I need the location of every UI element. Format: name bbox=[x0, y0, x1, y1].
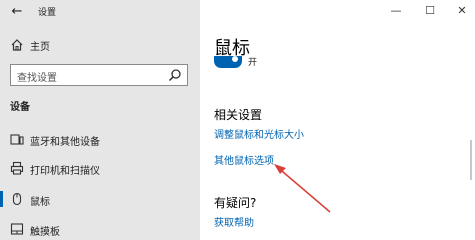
bluetooth-devices-icon bbox=[10, 134, 24, 145]
faq-heading: 有疑问? bbox=[214, 196, 257, 210]
printer-icon bbox=[10, 161, 24, 175]
scrollbar[interactable] bbox=[470, 140, 472, 180]
window-title: 设置 bbox=[38, 8, 57, 18]
close-button[interactable]: ✕ bbox=[452, 4, 472, 18]
sidebar-item-label: 触摸板 bbox=[30, 227, 60, 238]
sidebar-item-touchpad[interactable]: 触摸板 bbox=[0, 216, 200, 240]
toggle-state-label: 开 bbox=[248, 58, 258, 68]
search-icon[interactable] bbox=[168, 68, 182, 82]
sidebar-item-label: 蓝牙和其他设备 bbox=[30, 137, 100, 148]
sidebar-item-printers[interactable]: 打印机和扫描仪 bbox=[0, 155, 200, 181]
search-input[interactable]: 查找设置 bbox=[10, 64, 188, 86]
main-content: — ☐ ✕ 鼠标 开 相关设置 调整鼠标和光标大小 其他鼠标选项 有疑问? 获取… bbox=[200, 0, 475, 240]
sidebar: ← 设置 主页 查找设置 设备 蓝牙和其他设备 打印机和扫描仪 鼠标 触摸板 bbox=[0, 0, 200, 240]
sidebar-item-bluetooth[interactable]: 蓝牙和其他设备 bbox=[0, 126, 200, 152]
touchpad-icon bbox=[10, 223, 24, 235]
adjust-mouse-cursor-size-link[interactable]: 调整鼠标和光标大小 bbox=[214, 126, 304, 141]
sidebar-item-label: 鼠标 bbox=[30, 197, 50, 208]
back-arrow-icon[interactable]: ← bbox=[8, 3, 26, 21]
search-placeholder: 查找设置 bbox=[17, 73, 57, 84]
toggle-switch[interactable] bbox=[214, 56, 242, 68]
additional-mouse-options-link[interactable]: 其他鼠标选项 bbox=[214, 152, 274, 167]
sidebar-item-label: 主页 bbox=[30, 42, 50, 53]
home-icon bbox=[11, 39, 23, 51]
maximize-button[interactable]: ☐ bbox=[420, 4, 440, 18]
minimize-button[interactable]: — bbox=[386, 4, 406, 18]
section-label-devices: 设备 bbox=[10, 102, 30, 113]
toggle-knob bbox=[232, 56, 238, 62]
get-help-link[interactable]: 获取帮助 bbox=[214, 214, 254, 229]
title-bar: ← 设置 bbox=[0, 0, 200, 24]
sidebar-item-home[interactable]: 主页 bbox=[0, 34, 200, 56]
mouse-icon bbox=[12, 192, 22, 206]
sidebar-item-label: 打印机和扫描仪 bbox=[30, 166, 100, 177]
sidebar-item-mouse[interactable]: 鼠标 bbox=[0, 186, 200, 212]
related-settings-heading: 相关设置 bbox=[214, 108, 263, 122]
